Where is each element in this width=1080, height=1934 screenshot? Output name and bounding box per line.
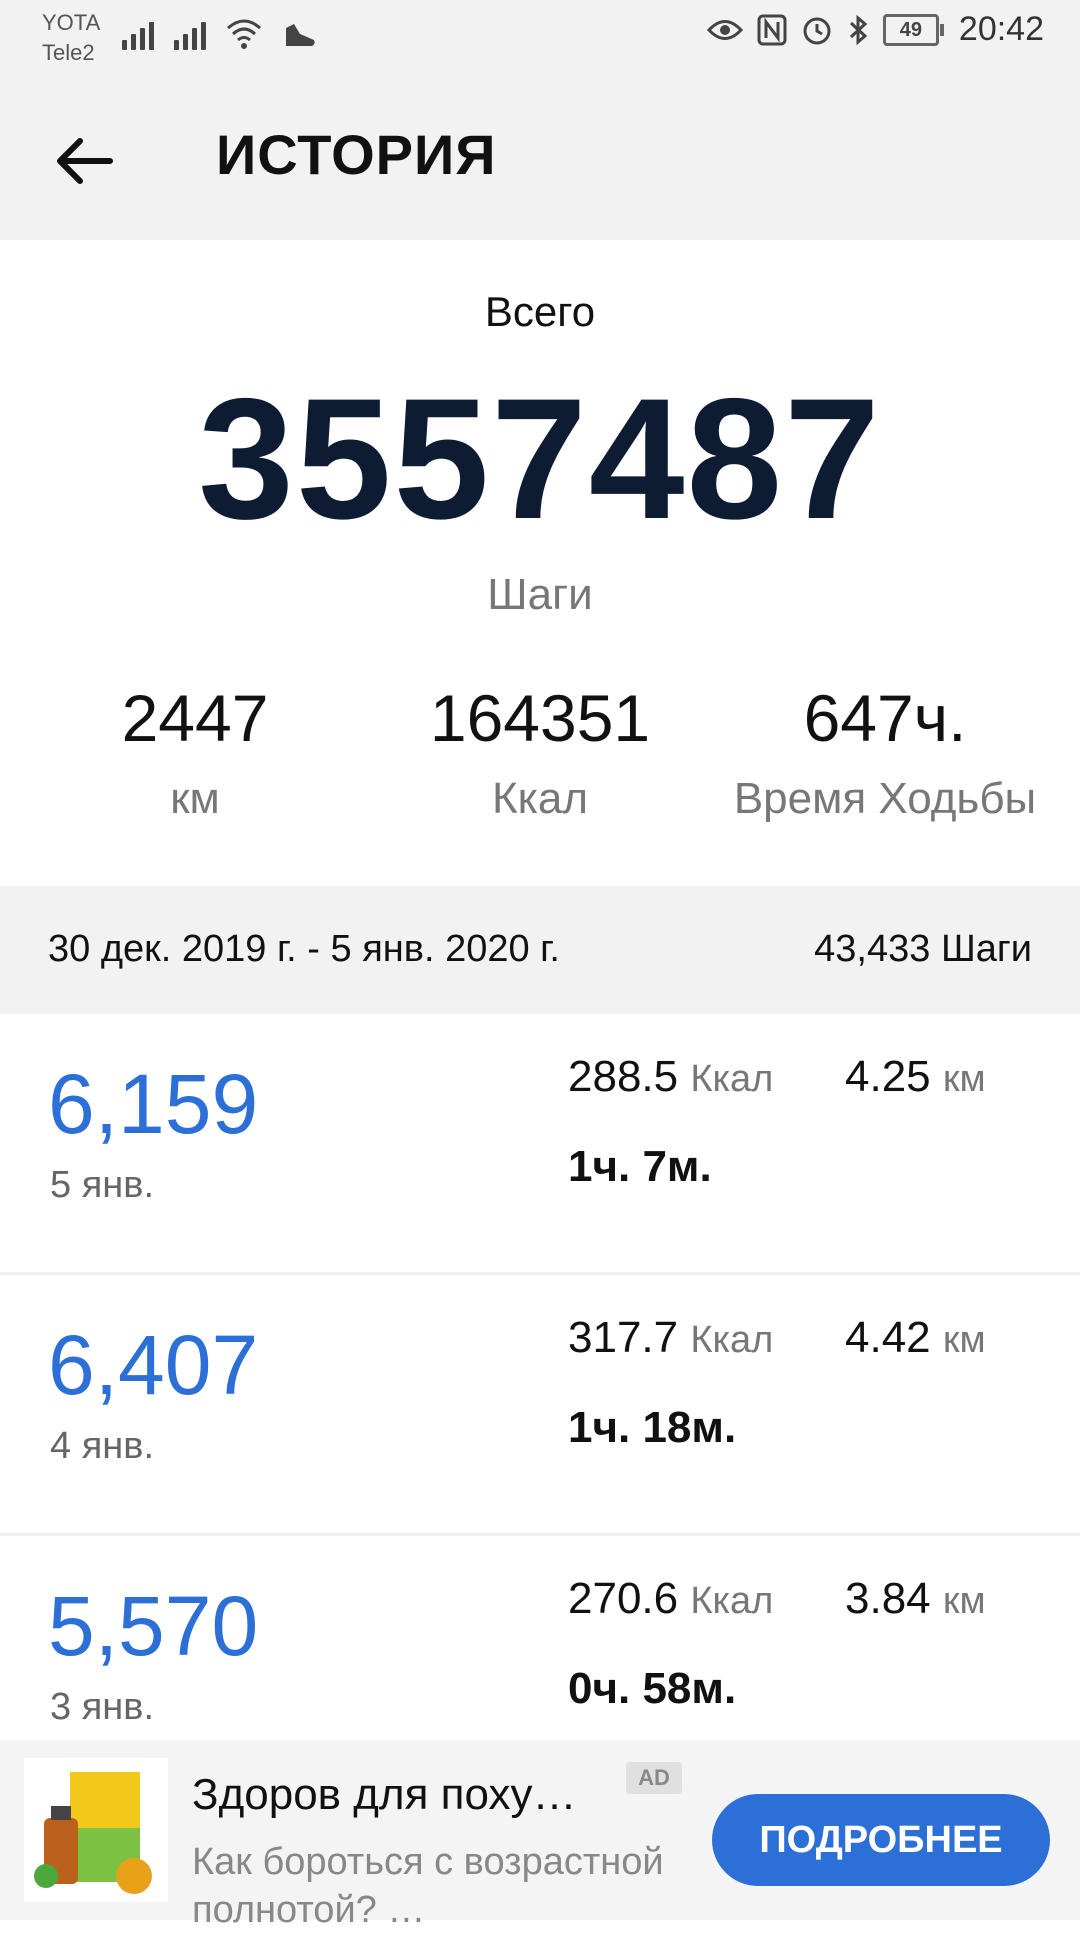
km-value: 4.42 [845,1313,931,1362]
stat-value: 647ч. [803,681,967,755]
product-box-icon [34,1772,152,1894]
kcal-value: 317.7 [568,1313,679,1362]
battery-icon: 49 [882,13,944,46]
total-label: Всего [484,288,596,335]
day-distance: 3.84 км [845,1574,986,1624]
kcal-value: 288.5 [568,1052,679,1101]
total-steps: 3557487 [198,363,882,555]
day-row[interactable]: 6,159 5 янв. 288.5 Ккал 4.25 км 1ч. 7м. [0,1014,1080,1275]
km-unit: км [942,1058,986,1100]
km-value: 3.84 [845,1574,931,1623]
ad-more-button[interactable]: ПОДРОБНЕЕ [712,1794,1050,1886]
day-calories: 270.6 Ккал [568,1574,773,1624]
stat-walk-time: 647ч. Время Ходьбы [705,680,1065,824]
day-date: 5 янв. [50,1164,154,1206]
day-calories: 288.5 Ккал [568,1052,773,1102]
week-header[interactable]: 30 дек. 2019 г. - 5 янв. 2020 г. 43,433 … [0,886,1080,1014]
day-row[interactable]: 6,407 4 янв. 317.7 Ккал 4.42 км 1ч. 18м. [0,1275,1080,1536]
km-unit: км [942,1319,986,1361]
day-time: 0ч. 58м. [568,1664,737,1713]
stat-value: 164351 [429,681,651,755]
km-value: 4.25 [845,1052,931,1101]
day-date: 3 янв. [50,1686,154,1728]
ad-badge: AD [626,1762,682,1794]
ad-banner[interactable]: Здоров для поху… AD Как бороться с возра… [0,1740,1080,1931]
day-steps: 6,407 [48,1318,259,1412]
stat-label: Время Ходьбы [733,774,1037,823]
status-right-icons: 49 20:42 [706,10,1044,49]
alarm-icon [803,17,831,44]
back-arrow-icon [57,138,113,184]
day-steps: 5,570 [48,1579,259,1673]
clock: 20:42 [958,10,1044,48]
kcal-value: 270.6 [568,1574,679,1623]
kcal-unit: Ккал [690,1319,774,1361]
signal-icon [122,14,154,50]
day-steps: 6,159 [48,1057,259,1151]
bluetooth-icon [849,14,868,45]
ad-product-image[interactable] [24,1758,168,1902]
stat-label: Ккал [492,774,588,823]
total-unit: Шаги [487,570,593,619]
stat-value: 2447 [121,681,269,755]
wifi-icon [227,19,261,49]
km-unit: км [942,1580,986,1622]
carrier-names: YOTA Tele2 [42,8,100,68]
summary-section: Всего 3557487 Шаги 2447 км 164351 Ккал 6… [0,240,1080,886]
status-left-icons [122,14,318,50]
status-bar: YOTA Tele2 49 20:42 [0,0,1080,78]
back-button[interactable] [52,126,122,196]
carrier-2: Tele2 [42,40,95,65]
ad-title[interactable]: Здоров для поху… [192,1770,576,1820]
stat-label: км [170,774,220,823]
shoe-icon [286,24,315,46]
app-header: ИСТОРИЯ [0,78,1080,240]
day-distance: 4.42 км [845,1313,986,1363]
kcal-unit: Ккал [690,1580,774,1622]
day-date: 4 янв. [50,1425,154,1467]
page-title: ИСТОРИЯ [216,123,497,186]
stat-calories: 164351 Ккал [360,680,720,824]
week-range: 30 дек. 2019 г. - 5 янв. 2020 г. [48,928,560,970]
signal-icon [174,14,206,50]
nfc-icon [757,14,787,45]
kcal-unit: Ккал [690,1058,774,1100]
day-time: 1ч. 7м. [568,1142,712,1191]
week-total: 43,433 Шаги [814,928,1032,970]
day-time: 1ч. 18м. [568,1403,737,1452]
day-distance: 4.25 км [845,1052,986,1102]
day-calories: 317.7 Ккал [568,1313,773,1363]
eye-icon [706,19,743,40]
carrier-1: YOTA [42,10,101,35]
stat-distance: 2447 км [15,680,375,824]
